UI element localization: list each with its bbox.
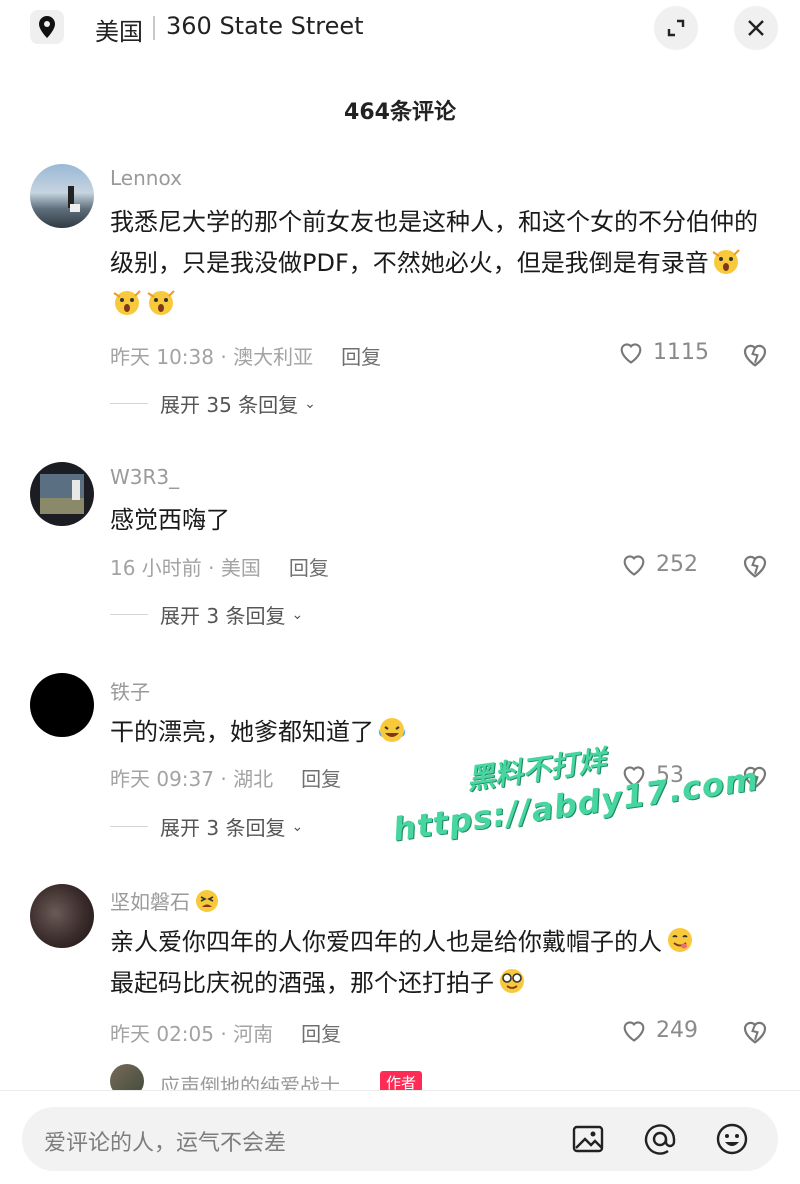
dislike-heart-icon[interactable] (740, 339, 770, 369)
dislike-heart-icon[interactable] (740, 550, 770, 580)
divider (153, 16, 155, 40)
location-country[interactable]: 美国 (95, 12, 143, 47)
comment-username[interactable]: 铁子 (110, 676, 150, 705)
avatar[interactable] (30, 673, 94, 737)
comment-username[interactable]: 坚如磐石 (110, 890, 190, 914)
expand-button[interactable] (654, 6, 698, 50)
comment-meta: 昨天 10:38 · 澳大利亚 回复 (110, 341, 381, 370)
location-bar: 美国 360 State Street (0, 0, 800, 56)
comment-username-row: 坚如磐石 (110, 886, 220, 915)
shocked-emoji-icon (113, 290, 141, 315)
like-count: 53 (656, 762, 684, 788)
dislike-heart-icon[interactable] (740, 1016, 770, 1046)
location-street[interactable]: 360 State Street (166, 12, 364, 40)
comment-meta: 昨天 09:37 · 湖北 回复 (110, 763, 341, 792)
location-pin-icon[interactable] (30, 10, 64, 44)
like-button[interactable]: 53 (620, 761, 684, 789)
image-icon[interactable] (570, 1121, 606, 1157)
at-icon[interactable] (642, 1121, 678, 1157)
dislike-heart-icon[interactable] (740, 761, 770, 791)
comment-time-location: 16 小时前 · 美国 (110, 556, 261, 580)
expand-replies-label: 展开 3 条回复 (160, 816, 286, 840)
comment-text-content: 我悉尼大学的那个前女友也是这种人，和这个女的不分伯仲的级别，只是我没做PDF，不… (110, 208, 758, 277)
shocked-emoji-icon (712, 249, 740, 274)
comment-text-content: 亲人爱你四年的人你爱四年的人也是给你戴帽子的人 (110, 928, 662, 956)
reply-button[interactable]: 回复 (289, 552, 329, 581)
nerd-emoji-icon (500, 969, 524, 993)
heart-icon (623, 766, 645, 787)
comment-text-line: 最起码比庆祝的酒强，那个还打拍子 (110, 963, 770, 1004)
like-count: 1115 (653, 339, 709, 365)
heart-icon (623, 1021, 645, 1042)
comment-input[interactable]: 爱评论的人，运气不会差 (22, 1107, 778, 1171)
divider (110, 614, 148, 615)
shocked-emoji-icon (147, 290, 175, 315)
chevron-down-icon: ⌄ (291, 606, 304, 623)
expand-icon (667, 19, 685, 37)
like-button[interactable]: 252 (620, 550, 698, 578)
comment-text: 干的漂亮，她爹都知道了 (110, 712, 770, 753)
emoji-icon[interactable] (714, 1121, 750, 1157)
comment-username[interactable]: W3R3_ (110, 465, 179, 489)
crying-laughing-emoji-icon (378, 718, 406, 742)
divider (110, 826, 148, 827)
avatar[interactable] (30, 884, 94, 948)
like-button[interactable]: 249 (620, 1016, 698, 1044)
comment-text-content: 干的漂亮，她爹都知道了 (110, 718, 374, 746)
comment-meta: 16 小时前 · 美国 回复 (110, 552, 329, 581)
comment-meta: 昨天 02:05 · 河南 回复 (110, 1018, 341, 1047)
avatar[interactable] (30, 462, 94, 526)
chevron-down-icon: ⌄ (304, 395, 316, 412)
comment-text: 感觉西嗨了 (110, 506, 230, 534)
like-button[interactable]: 1115 (617, 338, 709, 366)
comment-input-bar: 爱评论的人，运气不会差 (0, 1090, 800, 1184)
comment-time-location: 昨天 10:38 · 澳大利亚 (110, 345, 314, 369)
comment-text-line: 亲人爱你四年的人你爱四年的人也是给你戴帽子的人 (110, 922, 770, 963)
comment-username[interactable]: Lennox (110, 166, 182, 190)
expand-replies-button[interactable]: 展开 3 条回复 ⌄ (110, 600, 303, 629)
like-count: 252 (656, 551, 698, 577)
chevron-down-icon: ⌄ (291, 818, 304, 835)
watermark-line2: https://abdy17.com (390, 759, 762, 849)
comment-time-location: 昨天 02:05 · 河南 (110, 1022, 274, 1046)
comment-input-placeholder: 爱评论的人，运气不会差 (44, 1131, 287, 1156)
reply-button[interactable]: 回复 (301, 1018, 341, 1047)
heart-icon (620, 343, 642, 364)
reply-button[interactable]: 回复 (301, 763, 341, 792)
divider (110, 403, 148, 404)
yum-emoji-icon (668, 928, 692, 952)
comment-text: 我悉尼大学的那个前女友也是这种人，和这个女的不分伯仲的级别，只是我没做PDF，不… (110, 202, 770, 325)
heart-icon (623, 555, 645, 576)
comment-time-location: 昨天 09:37 · 湖北 (110, 767, 274, 791)
like-count: 249 (656, 1017, 698, 1043)
expand-replies-label: 展开 35 条回复 (160, 393, 299, 417)
comment-text-content: 最起码比庆祝的酒强，那个还打拍子 (110, 969, 494, 997)
reply-button[interactable]: 回复 (341, 341, 381, 370)
tired-emoji-icon (196, 890, 218, 912)
expand-replies-button[interactable]: 展开 35 条回复 ⌄ (110, 389, 316, 418)
expand-replies-label: 展开 3 条回复 (160, 604, 286, 628)
comment-text: 亲人爱你四年的人你爱四年的人也是给你戴帽子的人 最起码比庆祝的酒强，那个还打拍子 (110, 922, 770, 1004)
comments-count: 464条评论 (344, 100, 456, 125)
close-button[interactable] (734, 6, 778, 50)
close-icon (748, 20, 764, 36)
expand-replies-button[interactable]: 展开 3 条回复 ⌄ (110, 812, 303, 841)
avatar[interactable] (30, 164, 94, 228)
